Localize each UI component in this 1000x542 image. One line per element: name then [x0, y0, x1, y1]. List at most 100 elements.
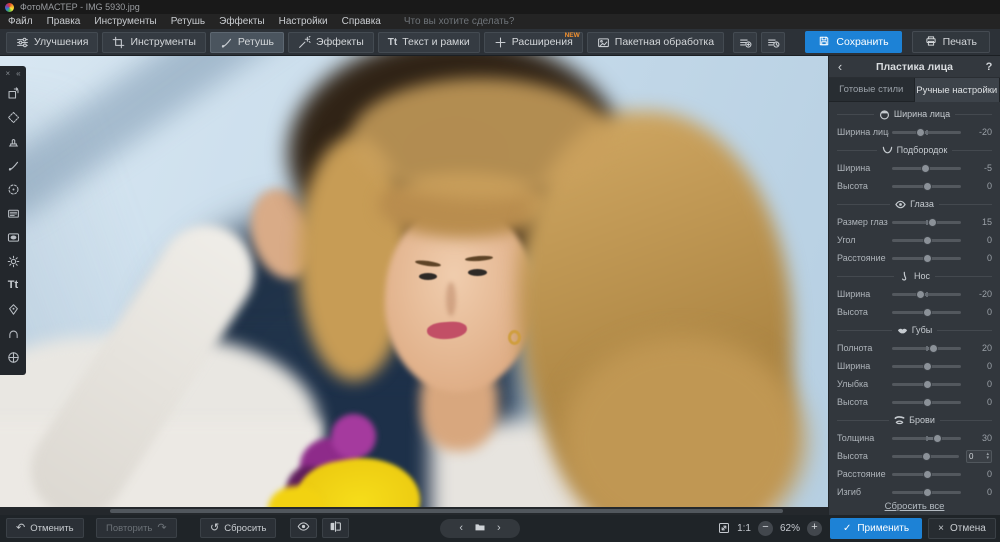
folder-icon[interactable]	[474, 520, 486, 538]
slider-thumb[interactable]	[922, 452, 931, 461]
tool-brightness[interactable]	[0, 249, 26, 273]
slider-thumb[interactable]	[923, 470, 932, 479]
apply-button[interactable]: ✓ Применить	[830, 518, 922, 539]
tool-healing-patch[interactable]	[0, 105, 26, 129]
photo-canvas[interactable]	[0, 56, 828, 515]
tab-эффекты[interactable]: Эффекты	[288, 32, 374, 53]
slider-track[interactable]	[892, 473, 961, 476]
tool-graduated-filter[interactable]	[0, 201, 26, 225]
menubar: Файл Правка Инструменты Ретушь Эффекты Настро…	[0, 14, 1000, 29]
slider-thumb[interactable]	[923, 362, 932, 371]
one-to-one-button[interactable]: 1:1	[737, 523, 751, 534]
slider-thumb[interactable]	[933, 434, 942, 443]
menu-item-7[interactable]: Справка	[342, 16, 381, 27]
slider-thumb[interactable]	[923, 380, 932, 389]
slider-label: Ширина лица	[837, 127, 889, 137]
tab-текст-и-рамки[interactable]: TtТекст и рамки	[378, 32, 480, 53]
preset-add-button[interactable]	[733, 32, 757, 53]
slider-track[interactable]	[892, 131, 961, 134]
menu-item-4[interactable]: Ретушь	[171, 16, 205, 27]
compare-button[interactable]	[322, 518, 349, 538]
reset-button[interactable]: ↺ Сбросить	[200, 518, 276, 538]
slider-thumb[interactable]	[923, 182, 932, 191]
horizontal-scrollbar[interactable]	[0, 507, 828, 515]
value-spinbox[interactable]: 0▴▾	[966, 450, 992, 463]
next-photo-icon[interactable]: ›	[497, 523, 501, 534]
divider	[935, 276, 992, 277]
tool-text[interactable]: Tt	[0, 273, 26, 297]
slider-thumb[interactable]	[923, 488, 932, 497]
redo-button[interactable]: Повторить ↷	[96, 518, 177, 538]
history-button[interactable]	[761, 32, 785, 53]
slider-track[interactable]	[892, 383, 961, 386]
slider-track[interactable]	[892, 347, 961, 350]
slider-row: Угол0	[829, 231, 1000, 249]
slider-thumb[interactable]	[923, 236, 932, 245]
section-header: Нос	[829, 267, 1000, 285]
slider-thumb[interactable]	[929, 344, 938, 353]
tab-расширения[interactable]: РасширенияNEW	[484, 32, 583, 53]
slider-track[interactable]	[892, 311, 961, 314]
menu-item-5[interactable]: Эффекты	[219, 16, 264, 27]
slider-track[interactable]	[892, 437, 961, 440]
slider-thumb[interactable]	[916, 290, 925, 299]
tool-brush[interactable]	[0, 153, 26, 177]
sphere-icon	[7, 351, 20, 364]
slider-track[interactable]	[892, 167, 961, 170]
slider-track[interactable]	[892, 185, 961, 188]
zoom-level[interactable]: 62%	[780, 523, 800, 534]
undo-button[interactable]: ↶ Отменить	[6, 518, 84, 538]
scrollbar-thumb[interactable]	[110, 509, 783, 513]
tool-clone-stamp[interactable]	[0, 129, 26, 153]
tool-radial-filter[interactable]	[0, 177, 26, 201]
collapse-icon[interactable]: «	[16, 69, 20, 79]
slider-track[interactable]	[892, 401, 961, 404]
preview-original-button[interactable]	[290, 518, 317, 538]
close-icon[interactable]: ×	[5, 69, 10, 79]
slider-thumb[interactable]	[923, 308, 932, 317]
panel-tab-presets[interactable]: Готовые стили	[829, 78, 915, 102]
menu-item-2[interactable]: Правка	[47, 16, 81, 27]
divider	[837, 330, 892, 331]
photo-shape	[508, 330, 521, 345]
zoom-in-icon[interactable]: +	[807, 521, 822, 536]
tab-ретушь[interactable]: Ретушь	[210, 32, 284, 53]
slider-thumb[interactable]	[923, 254, 932, 263]
search-box[interactable]: Что вы хотите сделать?	[399, 16, 515, 27]
slider-thumb[interactable]	[921, 164, 930, 173]
help-icon[interactable]: ?	[978, 61, 1000, 73]
graduated-filter-icon	[7, 207, 20, 220]
slider-thumb[interactable]	[928, 218, 937, 227]
slider-track[interactable]	[892, 239, 961, 242]
slider-thumb[interactable]	[923, 398, 932, 407]
tab-улучшения[interactable]: Улучшения	[6, 32, 98, 53]
tool-liquify[interactable]	[0, 297, 26, 321]
slider-track[interactable]	[892, 455, 959, 458]
tab-пакетная-обработка[interactable]: Пакетная обработка	[587, 32, 724, 53]
tab-инструменты[interactable]: Инструменты	[102, 32, 205, 53]
cancel-button[interactable]: × Отмена	[928, 518, 996, 539]
slider-track[interactable]	[892, 293, 961, 296]
tool-vignette[interactable]	[0, 225, 26, 249]
panel-tabs: Готовые стилиРучные настройки	[829, 78, 1000, 102]
save-button[interactable]: Сохранить	[805, 31, 901, 53]
zoom-out-icon[interactable]: −	[758, 521, 773, 536]
spinbox-arrows-icon[interactable]: ▴▾	[986, 452, 989, 460]
prev-photo-icon[interactable]: ‹	[459, 523, 463, 534]
slider-track[interactable]	[892, 491, 961, 494]
slider-track[interactable]	[892, 221, 961, 224]
slider-track[interactable]	[892, 257, 961, 260]
menu-item-6[interactable]: Настройки	[279, 16, 328, 27]
tool-transform[interactable]	[0, 81, 26, 105]
print-button[interactable]: Печать	[912, 31, 990, 53]
reset-all-link[interactable]: Сбросить все	[829, 501, 1000, 512]
menu-item-3[interactable]: Инструменты	[94, 16, 156, 27]
fit-screen-icon[interactable]	[718, 522, 730, 534]
panel-tab-manual[interactable]: Ручные настройки	[915, 78, 1000, 102]
slider-thumb[interactable]	[916, 128, 925, 137]
slider-track[interactable]	[892, 365, 961, 368]
back-icon[interactable]: ‹	[829, 57, 851, 77]
menu-item-1[interactable]: Файл	[8, 16, 33, 27]
tool-sphere[interactable]	[0, 345, 26, 369]
tool-arc[interactable]	[0, 321, 26, 345]
